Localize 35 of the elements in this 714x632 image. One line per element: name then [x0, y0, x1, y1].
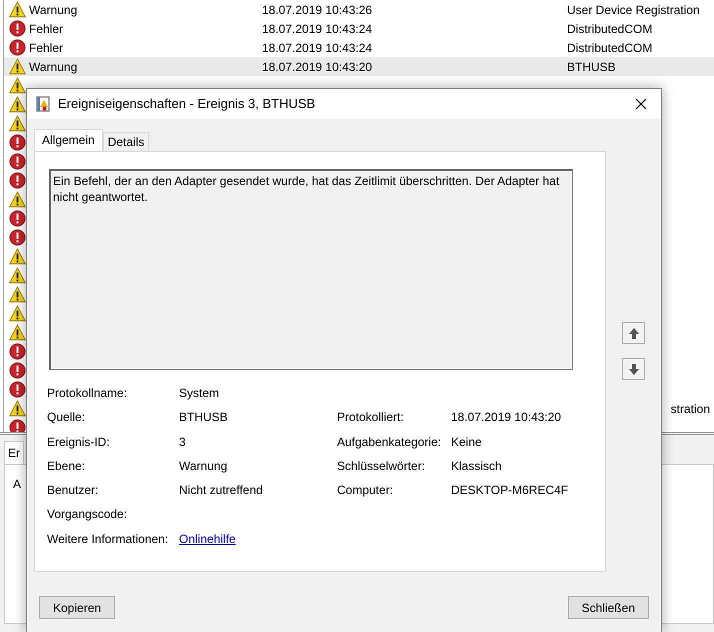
event-source: DistributedCOM — [567, 20, 654, 38]
field-label: Quelle: — [47, 409, 86, 426]
event-source: User Device Registration — [567, 2, 701, 18]
event-date: 18.07.2019 10:43:20 — [262, 58, 374, 76]
field-value: 3 — [179, 434, 187, 451]
event-source: stration — [670, 400, 711, 418]
field-value: System — [179, 385, 220, 402]
field-label: Protokolliert: — [337, 409, 405, 426]
description-box: Ein Befehl, der an den Adapter gesendet wurde, hat das Zeitlimit überschritten. Der Adapter hat nicht geantwortet. — [49, 169, 573, 370]
field-value: 18.07.2019 10:43:20 — [451, 409, 562, 426]
field-label: Weitere Informationen: — [47, 530, 170, 548]
field-label: Benutzer: — [47, 482, 100, 500]
field-label: Aufgabenkategorie: — [337, 434, 442, 451]
event-level: Warnung — [28, 2, 78, 18]
field-value: Warnung — [179, 458, 228, 475]
event-date: 18.07.2019 10:43:24 — [262, 40, 374, 56]
event-level: Warnung — [28, 58, 78, 76]
field-value: Keine — [451, 434, 483, 451]
field-label: Protokollname: — [47, 385, 128, 402]
field-label: Ebene: — [47, 458, 86, 475]
field-value: DESKTOP-M6REC4F — [451, 482, 570, 500]
field-label: Computer: — [337, 482, 394, 500]
event-level: Fehler — [28, 20, 64, 38]
field-label: Schlüsselwörter: — [337, 458, 426, 475]
field-label: Ereignis-ID: — [47, 434, 111, 451]
event-level: Fehler — [28, 40, 64, 56]
field-value: Nicht zutreffend — [179, 482, 264, 500]
event-date: 18.07.2019 10:43:24 — [262, 20, 374, 38]
field-value: Klassisch — [451, 458, 503, 475]
field-label: Vorgangscode: — [47, 506, 128, 524]
window-title: Ereigniseigenschaften - Ereignis 3, BTHUSB — [58, 95, 316, 114]
field-value: BTHUSB — [179, 409, 229, 426]
event-source: BTHUSB — [567, 58, 617, 76]
event-source: DistributedCOM — [567, 40, 654, 56]
event-date: 18.07.2019 10:43:26 — [262, 2, 374, 18]
